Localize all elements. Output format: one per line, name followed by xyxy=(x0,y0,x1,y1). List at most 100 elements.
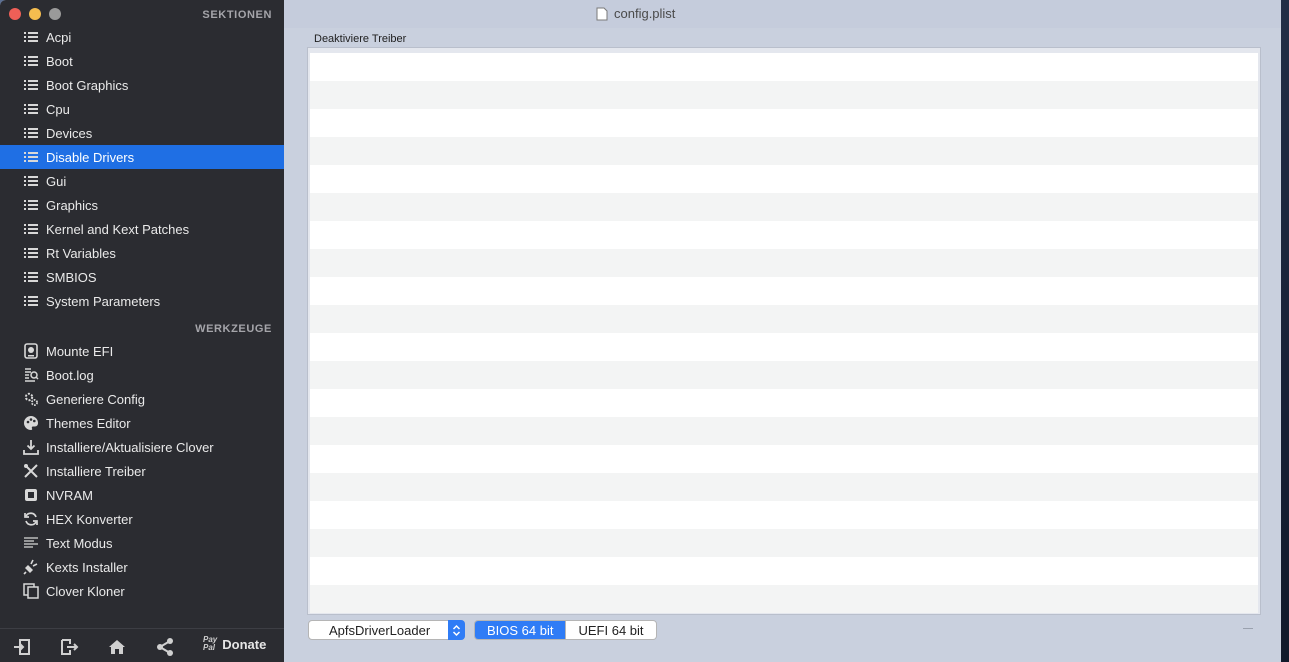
share-icon[interactable] xyxy=(155,637,175,657)
table-row[interactable] xyxy=(310,53,1258,81)
plug-icon xyxy=(22,558,40,576)
chip-icon xyxy=(22,486,40,504)
main-content: Deaktiviere Treiber ApfsDriverLoader BIO… xyxy=(284,28,1281,662)
table-row[interactable] xyxy=(310,81,1258,109)
zoom-window-button[interactable] xyxy=(49,8,61,20)
segment-uefi-64[interactable]: UEFI 64 bit xyxy=(565,621,656,639)
list-icon xyxy=(22,244,40,262)
sidebar-item-label: Gui xyxy=(46,173,67,189)
tool-kexts-installer[interactable]: Kexts Installer xyxy=(0,555,284,579)
sidebar-item-graphics[interactable]: Graphics xyxy=(0,193,284,217)
sidebar-item-label: Kernel and Kext Patches xyxy=(46,221,190,237)
sidebar-item-smbios[interactable]: SMBIOS xyxy=(0,265,284,289)
gears-icon xyxy=(22,390,40,408)
sidebar-item-label: Text Modus xyxy=(46,535,113,551)
tool-boot-log[interactable]: Boot.log xyxy=(0,363,284,387)
sidebar: SEKTIONEN Acpi Boot Boot Graphics Cpu Device… xyxy=(0,0,284,662)
sidebar-item-label: Boot xyxy=(46,53,73,69)
tool-clover-cloner[interactable]: Clover Kloner xyxy=(0,579,284,603)
tools-icon xyxy=(22,462,40,480)
donate-button[interactable]: Pay Pal Donate xyxy=(203,636,266,652)
sidebar-item-system-parameters[interactable]: System Parameters xyxy=(0,289,284,313)
table-row[interactable] xyxy=(310,585,1258,613)
app-window: SEKTIONEN Acpi Boot Boot Graphics Cpu Device… xyxy=(0,0,1281,662)
table-row[interactable] xyxy=(310,249,1258,277)
minimize-window-button[interactable] xyxy=(29,8,41,20)
table-row[interactable] xyxy=(310,165,1258,193)
tools-header: WERKZEUGE xyxy=(195,323,272,335)
table-row[interactable] xyxy=(310,417,1258,445)
sidebar-item-rt-variables[interactable]: Rt Variables xyxy=(0,241,284,265)
tool-mount-efi[interactable]: Mounte EFI xyxy=(0,339,284,363)
close-window-button[interactable] xyxy=(9,8,21,20)
sidebar-item-disable-drivers[interactable]: Disable Drivers xyxy=(0,145,284,169)
sidebar-item-label: Graphics xyxy=(46,197,99,213)
table-row[interactable] xyxy=(310,137,1258,165)
tool-themes-editor[interactable]: Themes Editor xyxy=(0,411,284,435)
palette-icon xyxy=(22,414,40,432)
sidebar-item-boot-graphics[interactable]: Boot Graphics xyxy=(0,73,284,97)
window-controls xyxy=(9,8,61,20)
chevron-updown-icon xyxy=(448,620,465,640)
tool-nvram[interactable]: NVRAM xyxy=(0,483,284,507)
table-row[interactable] xyxy=(310,221,1258,249)
sidebar-item-devices[interactable]: Devices xyxy=(0,121,284,145)
sidebar-item-label: Cpu xyxy=(46,101,70,117)
tool-install-clover[interactable]: Installiere/Aktualisiere Clover xyxy=(0,435,284,459)
sidebar-item-label: Disable Drivers xyxy=(46,149,135,165)
tool-text-mode[interactable]: Text Modus xyxy=(0,531,284,555)
sidebar-item-label: HEX Konverter xyxy=(46,511,133,527)
export-icon[interactable] xyxy=(59,637,79,657)
tool-hex-converter[interactable]: HEX Konverter xyxy=(0,507,284,531)
table-row[interactable] xyxy=(310,361,1258,389)
tool-generate-config[interactable]: Generiere Config xyxy=(0,387,284,411)
sidebar-item-label: Installiere/Aktualisiere Clover xyxy=(46,439,214,455)
sidebar-item-label: Themes Editor xyxy=(46,415,131,431)
table-row[interactable] xyxy=(310,445,1258,473)
list-icon xyxy=(22,148,40,166)
log-search-icon xyxy=(22,366,40,384)
table-row[interactable] xyxy=(310,501,1258,529)
list-icon xyxy=(22,124,40,142)
import-icon[interactable] xyxy=(12,637,32,657)
arch-segmented-control[interactable]: BIOS 64 bit UEFI 64 bit xyxy=(474,620,657,640)
sidebar-item-kernel-and-kext-patches[interactable]: Kernel and Kext Patches xyxy=(0,217,284,241)
table-row[interactable] xyxy=(310,193,1258,221)
table-row[interactable] xyxy=(310,305,1258,333)
table-row[interactable] xyxy=(310,529,1258,557)
drivers-table[interactable] xyxy=(307,47,1261,615)
list-icon xyxy=(22,220,40,238)
sections-header: SEKTIONEN xyxy=(202,9,272,21)
list-icon xyxy=(22,172,40,190)
list-icon xyxy=(22,28,40,46)
sidebar-item-label: Boot.log xyxy=(46,367,94,383)
group-label: Deaktiviere Treiber xyxy=(314,33,407,45)
list-icon xyxy=(22,100,40,118)
sidebar-item-gui[interactable]: Gui xyxy=(0,169,284,193)
document-icon xyxy=(596,7,608,20)
table-row[interactable] xyxy=(310,277,1258,305)
sidebar-item-label: Acpi xyxy=(46,29,72,45)
text-lines-icon xyxy=(22,534,40,552)
home-icon[interactable] xyxy=(107,637,127,657)
window-title-text: config.plist xyxy=(614,6,676,21)
table-row[interactable] xyxy=(310,109,1258,137)
sidebar-item-boot[interactable]: Boot xyxy=(0,49,284,73)
sidebar-item-acpi[interactable]: Acpi xyxy=(0,25,284,49)
driver-popup[interactable]: ApfsDriverLoader xyxy=(308,620,465,640)
table-row[interactable] xyxy=(310,333,1258,361)
table-rows xyxy=(310,53,1258,613)
table-row[interactable] xyxy=(310,557,1258,585)
list-icon xyxy=(22,268,40,286)
table-row[interactable] xyxy=(310,389,1258,417)
sidebar-item-cpu[interactable]: Cpu xyxy=(0,97,284,121)
sidebar-item-label: Rt Variables xyxy=(46,245,116,261)
tool-install-drivers[interactable]: Installiere Treiber xyxy=(0,459,284,483)
sidebar-item-label: Clover Kloner xyxy=(46,583,125,599)
title-bar: config.plist xyxy=(284,0,1281,28)
segment-bios-64[interactable]: BIOS 64 bit xyxy=(475,621,566,639)
disk-icon xyxy=(22,342,40,360)
donate-label: Donate xyxy=(222,636,267,652)
table-row[interactable] xyxy=(310,473,1258,501)
list-icon xyxy=(22,196,40,214)
